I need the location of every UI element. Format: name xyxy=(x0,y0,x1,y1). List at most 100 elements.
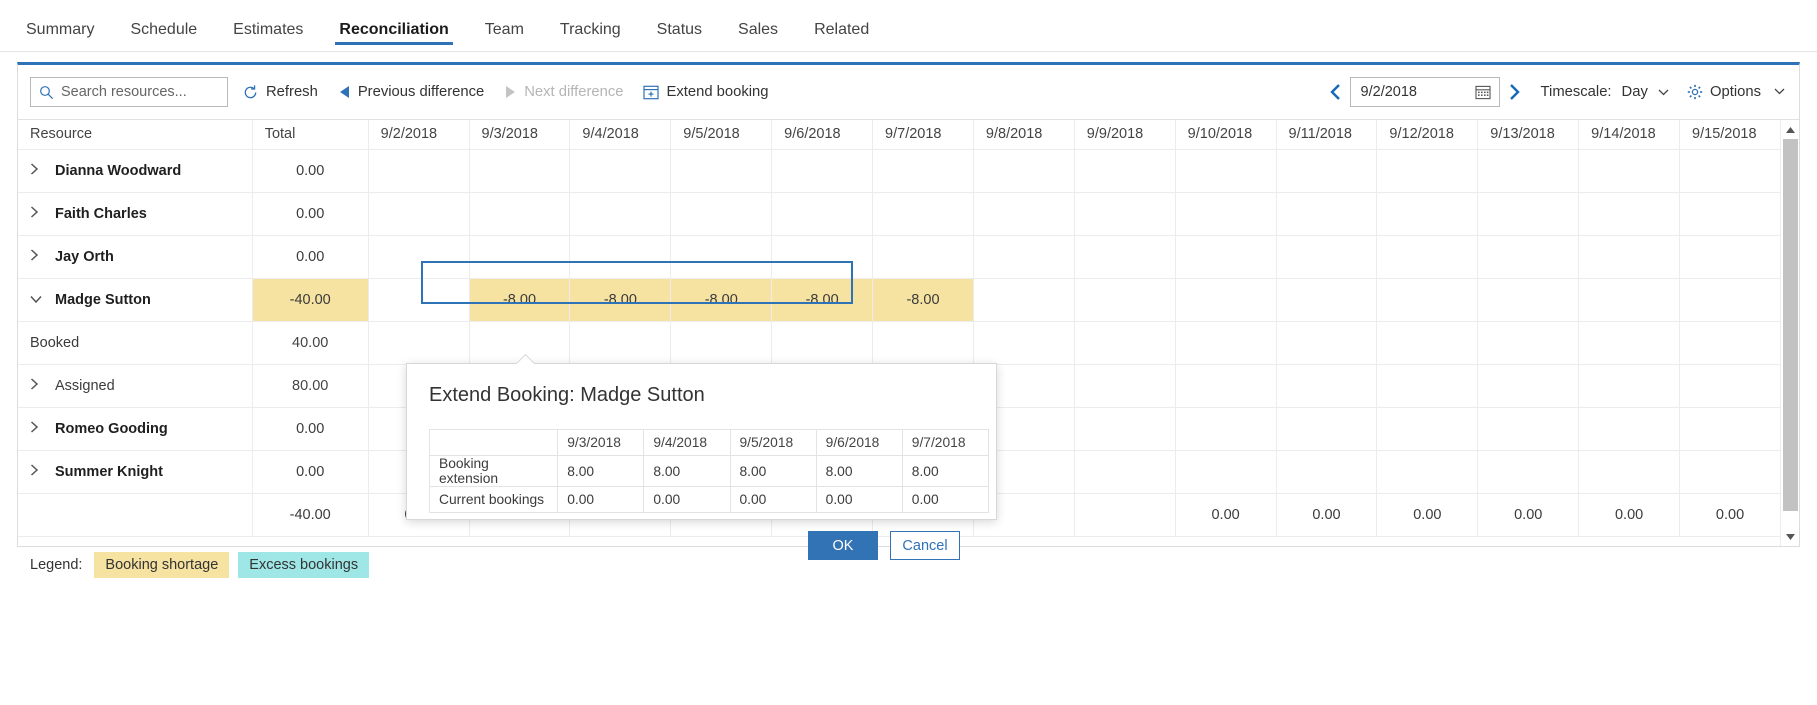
day-cell[interactable] xyxy=(1376,149,1479,193)
day-cell[interactable] xyxy=(1679,321,1781,365)
day-cell[interactable] xyxy=(973,235,1075,279)
timescale-select[interactable]: Day xyxy=(1622,84,1669,100)
day-cell[interactable] xyxy=(469,149,571,193)
grid-column-header[interactable]: 9/14/2018 xyxy=(1578,120,1681,150)
scroll-down-arrow[interactable] xyxy=(1781,527,1800,546)
options-button[interactable]: Options xyxy=(1687,84,1785,100)
day-cell[interactable] xyxy=(1276,450,1378,494)
grid-column-header[interactable]: 9/15/2018 xyxy=(1679,120,1781,150)
chevron-right-icon[interactable] xyxy=(30,205,46,218)
tab-sales[interactable]: Sales xyxy=(720,22,796,51)
day-cell[interactable] xyxy=(771,321,874,365)
extend-booking-button[interactable]: Extend booking xyxy=(643,84,769,100)
day-cell[interactable] xyxy=(368,321,470,365)
day-cell[interactable] xyxy=(1074,407,1176,451)
grid-column-header[interactable]: 9/8/2018 xyxy=(973,120,1075,150)
total-cell[interactable]: 80.00 xyxy=(252,364,369,408)
day-cell[interactable] xyxy=(1074,321,1176,365)
tab-summary[interactable]: Summary xyxy=(8,22,112,51)
day-cell[interactable] xyxy=(771,235,874,279)
day-cell[interactable] xyxy=(368,235,470,279)
day-cell[interactable]: -8.00 xyxy=(569,278,672,322)
tab-reconciliation[interactable]: Reconciliation xyxy=(321,22,466,51)
table-row[interactable]: Madge Sutton -40.00 -8.00 -8.00 -8.00 -8.00 -8… xyxy=(18,278,1781,322)
day-cell[interactable] xyxy=(1578,235,1681,279)
day-cell[interactable] xyxy=(1477,149,1580,193)
day-cell[interactable] xyxy=(1578,450,1681,494)
day-cell[interactable]: -8.00 xyxy=(670,278,773,322)
table-row[interactable]: Dianna Woodward 0.00 xyxy=(18,149,1781,193)
day-cell[interactable] xyxy=(1376,450,1479,494)
day-cell[interactable] xyxy=(973,321,1075,365)
grid-column-header[interactable]: 9/10/2018 xyxy=(1175,120,1277,150)
grid-column-header[interactable]: 9/5/2018 xyxy=(670,120,773,150)
day-cell[interactable] xyxy=(569,235,672,279)
vertical-scrollbar[interactable] xyxy=(1780,120,1799,546)
day-cell[interactable] xyxy=(569,149,672,193)
day-cell[interactable] xyxy=(1477,364,1580,408)
day-cell[interactable] xyxy=(670,235,773,279)
day-cell[interactable] xyxy=(1376,278,1479,322)
grid-column-header[interactable]: Total xyxy=(252,120,369,150)
tab-related[interactable]: Related xyxy=(796,22,887,51)
day-cell[interactable] xyxy=(1175,192,1277,236)
day-cell[interactable] xyxy=(1679,149,1781,193)
day-cell[interactable] xyxy=(1376,235,1479,279)
day-cell[interactable] xyxy=(771,192,874,236)
day-cell[interactable] xyxy=(469,192,571,236)
day-cell[interactable] xyxy=(1477,321,1580,365)
chevron-right-icon[interactable] xyxy=(30,377,46,390)
chevron-down-icon[interactable] xyxy=(30,295,46,304)
day-cell[interactable] xyxy=(872,235,974,279)
resource-name-cell[interactable]: Assigned xyxy=(18,364,253,408)
day-cell[interactable] xyxy=(1679,278,1781,322)
day-cell[interactable] xyxy=(872,192,974,236)
dialog-value-cell[interactable]: 8.00 xyxy=(901,455,990,487)
dialog-value-cell[interactable]: 0.00 xyxy=(901,486,990,513)
total-cell[interactable]: 0.00 xyxy=(252,235,369,279)
day-cell[interactable]: -8.00 xyxy=(469,278,571,322)
day-cell[interactable] xyxy=(1175,278,1277,322)
day-cell[interactable]: -8.00 xyxy=(872,278,974,322)
chevron-right-icon[interactable] xyxy=(30,420,46,433)
day-cell[interactable] xyxy=(670,192,773,236)
day-cell[interactable] xyxy=(1074,235,1176,279)
next-date-button[interactable] xyxy=(1500,83,1529,101)
day-cell[interactable] xyxy=(1578,192,1681,236)
dialog-value-cell[interactable]: 0.00 xyxy=(729,486,817,513)
grid-column-header[interactable]: 9/13/2018 xyxy=(1477,120,1580,150)
tab-schedule[interactable]: Schedule xyxy=(112,22,215,51)
day-cell[interactable] xyxy=(973,149,1075,193)
day-cell[interactable] xyxy=(973,278,1075,322)
day-cell[interactable] xyxy=(569,192,672,236)
day-cell[interactable] xyxy=(1376,364,1479,408)
day-cell[interactable] xyxy=(368,192,470,236)
day-cell[interactable] xyxy=(1175,321,1277,365)
resource-name-cell[interactable]: Jay Orth xyxy=(18,235,253,279)
grid-column-header[interactable]: 9/2/2018 xyxy=(368,120,470,150)
day-cell[interactable] xyxy=(1276,192,1378,236)
day-cell[interactable] xyxy=(1175,149,1277,193)
day-cell[interactable] xyxy=(1679,407,1781,451)
day-cell[interactable] xyxy=(1679,364,1781,408)
day-cell[interactable] xyxy=(1679,235,1781,279)
previous-date-button[interactable] xyxy=(1321,83,1350,101)
tab-status[interactable]: Status xyxy=(639,22,720,51)
day-cell[interactable] xyxy=(1477,407,1580,451)
day-cell[interactable] xyxy=(1175,364,1277,408)
dialog-value-cell[interactable]: 8.00 xyxy=(815,455,903,487)
grid-column-header[interactable]: 9/4/2018 xyxy=(569,120,672,150)
day-cell[interactable] xyxy=(1074,192,1176,236)
dialog-value-cell[interactable]: 8.00 xyxy=(557,455,645,487)
day-cell[interactable] xyxy=(1477,192,1580,236)
day-cell[interactable] xyxy=(1276,321,1378,365)
tab-estimates[interactable]: Estimates xyxy=(215,22,321,51)
search-box[interactable] xyxy=(30,77,228,107)
tab-team[interactable]: Team xyxy=(467,22,542,51)
table-row[interactable]: Booked 40.00 xyxy=(18,321,1781,365)
day-cell[interactable] xyxy=(1376,407,1479,451)
table-row[interactable]: Jay Orth 0.00 xyxy=(18,235,1781,279)
day-cell[interactable] xyxy=(771,149,874,193)
previous-difference-button[interactable]: Previous difference xyxy=(338,84,484,100)
resource-name-cell[interactable]: Madge Sutton xyxy=(18,278,253,322)
